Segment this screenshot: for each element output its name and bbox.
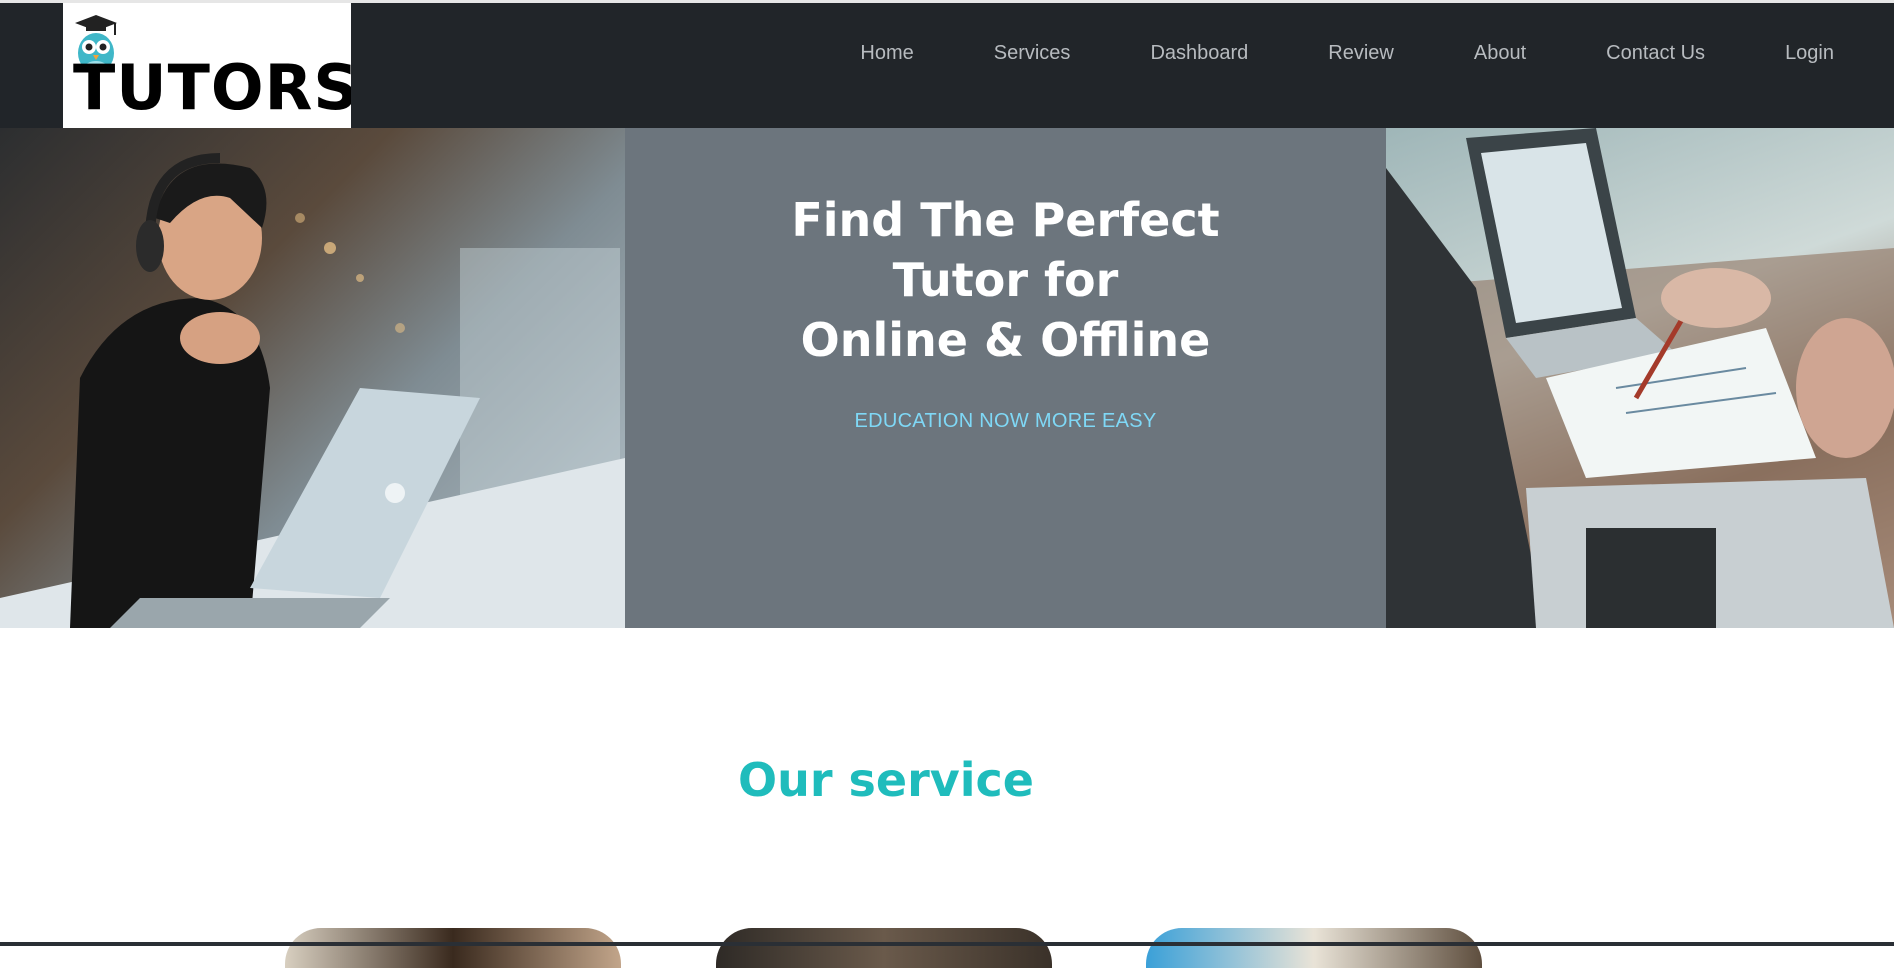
nav-review-link[interactable]: Review xyxy=(1328,42,1394,65)
brand-logo[interactable]: TUTORS xyxy=(63,3,351,128)
nav-services-link[interactable]: Services xyxy=(994,42,1071,65)
nav-dashboard-link[interactable]: Dashboard xyxy=(1150,42,1248,65)
hero-title-line-2: Tutor for xyxy=(892,253,1119,307)
service-card-3[interactable] xyxy=(1146,928,1482,968)
nav-about-link[interactable]: About xyxy=(1474,42,1526,65)
logo-text: TUTORS xyxy=(73,51,351,124)
student-with-laptop-photo xyxy=(0,128,625,628)
hero-title: Find The Perfect Tutor for Online & Offl… xyxy=(625,190,1386,370)
laptop-and-notes-photo xyxy=(1386,128,1894,628)
main-nav: Home Services Dashboard Review About Con… xyxy=(780,3,1834,103)
hero-text-panel: Find The Perfect Tutor for Online & Offl… xyxy=(625,128,1386,628)
hero-title-line-3: Online & Offline xyxy=(800,313,1211,367)
service-card-1[interactable] xyxy=(285,928,621,968)
hero-section: Find The Perfect Tutor for Online & Offl… xyxy=(0,128,1894,628)
nav-contact-link[interactable]: Contact Us xyxy=(1606,42,1705,65)
services-heading: Our service xyxy=(737,753,1035,807)
hero-subtitle: EDUCATION NOW MORE EASY xyxy=(854,410,1157,432)
top-navbar: TUTORS Home Services Dashboard Review Ab… xyxy=(0,0,1894,128)
nav-home-link[interactable]: Home xyxy=(860,42,913,65)
hero-title-line-1: Find The Perfect xyxy=(791,193,1220,247)
window-bottom-edge xyxy=(0,942,1894,946)
service-card-2[interactable] xyxy=(716,928,1052,968)
nav-login-link[interactable]: Login xyxy=(1785,42,1834,65)
